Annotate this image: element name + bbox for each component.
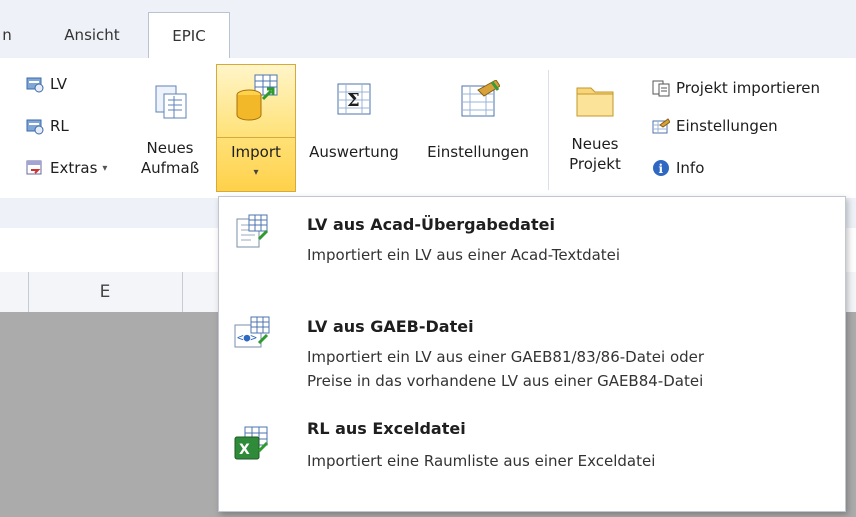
extras-dropdown[interactable]: Extras ▾ <box>26 154 107 182</box>
rl-button[interactable]: RL <box>26 112 69 140</box>
tab-epic[interactable]: EPIC <box>148 12 230 60</box>
neues-aufmass-button[interactable]: Neues Aufmaß <box>138 76 202 178</box>
chevron-down-icon: ▾ <box>253 167 259 178</box>
svg-text:Σ: Σ <box>347 90 360 111</box>
auswertung-button[interactable]: Σ Auswertung <box>298 76 410 162</box>
tab-partial[interactable]: n <box>0 12 14 58</box>
settings-icon <box>652 117 671 135</box>
menu-item-rl-excel[interactable]: X RL aus Exceldatei Importiert eine Raum… <box>219 413 845 509</box>
excel-import-icon: X <box>233 425 271 463</box>
info-button[interactable]: i Info <box>652 154 704 182</box>
settings-sheet-icon <box>414 76 542 142</box>
import-label: Import <box>231 143 281 161</box>
ribbon-tab-bar: n Ansicht EPIC <box>0 0 856 60</box>
column-header-e[interactable]: E <box>28 272 183 312</box>
info-icon: i <box>652 159 670 177</box>
tab-ansicht[interactable]: Ansicht <box>44 12 140 58</box>
import-project-icon <box>652 79 670 97</box>
import-button[interactable]: Import ▾ <box>216 64 296 192</box>
projekt-importieren-button[interactable]: Projekt importieren <box>652 74 820 102</box>
rl-icon <box>26 117 44 135</box>
lv-button[interactable]: LV <box>26 70 67 98</box>
menu-item-lv-gaeb[interactable]: <●> LV aus GAEB-Datei Importiert ein LV … <box>219 305 845 417</box>
text-file-import-icon <box>233 213 271 251</box>
folder-icon <box>560 76 630 134</box>
svg-text:X: X <box>239 442 250 458</box>
column-header[interactable] <box>0 272 29 312</box>
import-dropdown-menu: LV aus Acad-Übergabedatei Importiert ein… <box>218 196 846 512</box>
group-separator <box>548 70 549 190</box>
neues-projekt-button[interactable]: Neues Projekt <box>560 76 630 174</box>
menu-item-lv-acad[interactable]: LV aus Acad-Übergabedatei Importiert ein… <box>219 197 845 297</box>
sigma-sheet-icon: Σ <box>298 76 410 142</box>
gaeb-import-icon: <●> <box>233 315 271 353</box>
lv-icon <box>26 75 44 93</box>
einstellungen-big-button[interactable]: Einstellungen <box>414 76 542 162</box>
extras-icon <box>26 159 44 177</box>
chevron-down-icon: ▾ <box>102 162 108 174</box>
einstellungen-small-button[interactable]: Einstellungen <box>652 112 778 140</box>
svg-text:i: i <box>659 162 664 176</box>
column-header[interactable] <box>182 272 219 312</box>
import-database-icon <box>233 73 281 129</box>
aufmass-icon <box>138 76 202 138</box>
